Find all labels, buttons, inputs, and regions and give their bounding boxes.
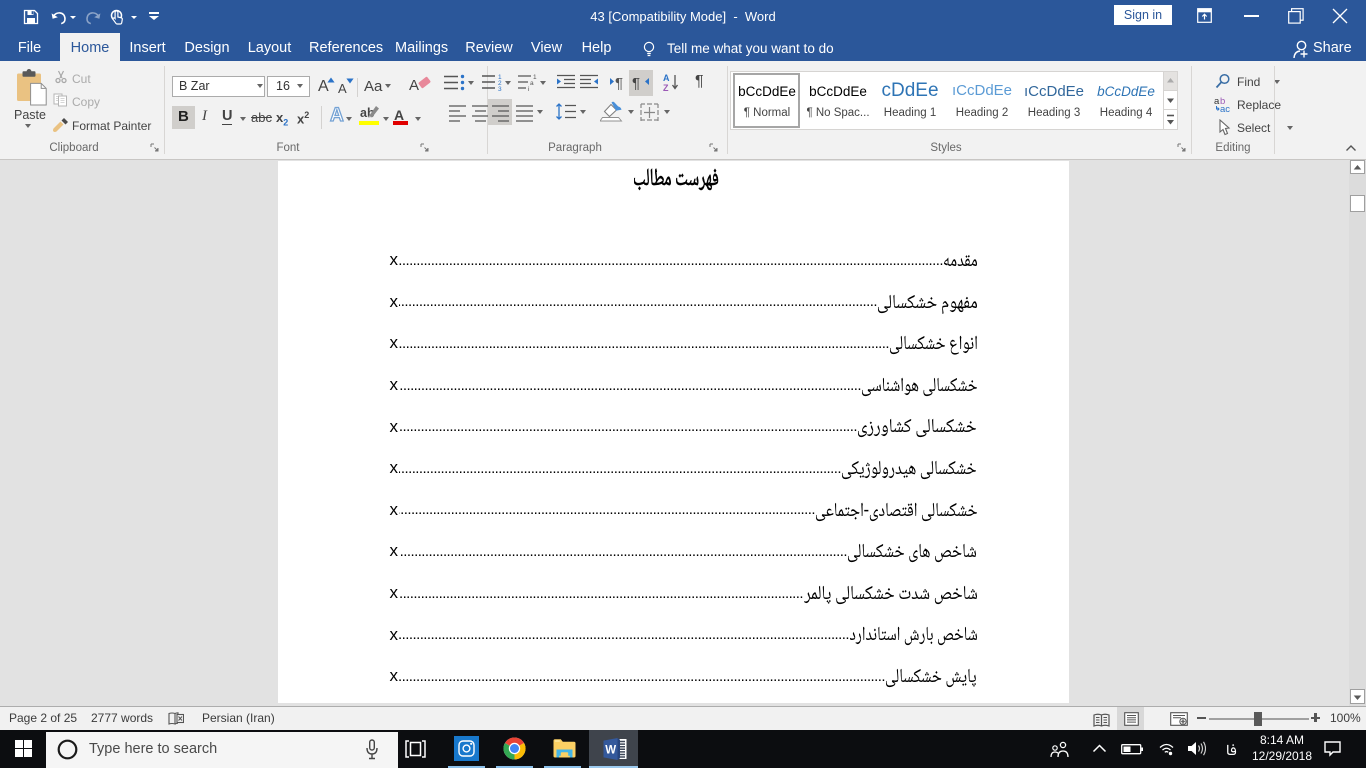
svg-text:3: 3	[498, 86, 502, 91]
svg-text:W: W	[605, 745, 616, 757]
svg-text:a: a	[530, 80, 534, 87]
svg-text:i: i	[528, 86, 529, 91]
svg-text:Z: Z	[663, 83, 669, 92]
svg-text:ac: ac	[1220, 104, 1230, 113]
svg-text:A: A	[663, 73, 670, 83]
svg-text:¶: ¶	[632, 75, 640, 90]
svg-text:¶: ¶	[615, 75, 623, 90]
